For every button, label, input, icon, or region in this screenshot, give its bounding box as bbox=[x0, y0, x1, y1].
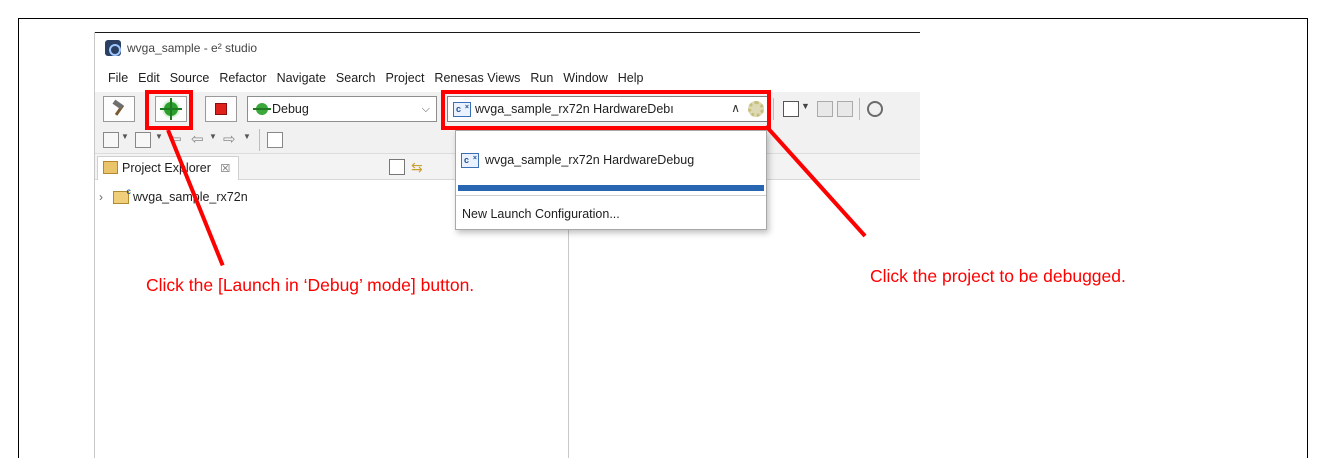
new-file-icon[interactable] bbox=[783, 101, 799, 117]
dropdown-arrow-icon[interactable]: ▼ bbox=[155, 132, 165, 148]
tab-project-explorer[interactable]: Project Explorer ☒ bbox=[97, 156, 240, 180]
launch-mode-value: Debug bbox=[272, 102, 309, 116]
launch-config-highlight bbox=[441, 90, 771, 130]
dropdown-arrow-icon[interactable]: ▼ bbox=[209, 132, 219, 148]
debug-button-highlight bbox=[145, 90, 193, 130]
debug-mode-icon bbox=[253, 103, 271, 115]
toolbar-separator bbox=[859, 98, 860, 120]
selection-highlight bbox=[458, 185, 764, 191]
next-annotation-icon[interactable] bbox=[103, 132, 119, 148]
chevron-right-icon[interactable]: › bbox=[99, 190, 113, 204]
dropdown-item-label: wvga_sample_rx72n HardwareDebug bbox=[485, 153, 695, 167]
folder-icon bbox=[113, 187, 131, 204]
title-bar: wvga_sample - e² studio bbox=[95, 33, 920, 63]
build-button[interactable] bbox=[103, 96, 135, 122]
window-title: wvga_sample - e² studio bbox=[127, 41, 258, 55]
tree-item-project[interactable]: › wvga_sample_rx72n bbox=[99, 187, 248, 205]
stop-icon bbox=[215, 103, 227, 115]
dropdown-arrow-icon[interactable]: ▼ bbox=[121, 132, 131, 148]
toolbar-separator bbox=[773, 98, 774, 120]
forward-icon[interactable]: ⇨ bbox=[223, 130, 239, 148]
menu-help[interactable]: Help bbox=[613, 68, 649, 88]
menu-renesas-views[interactable]: Renesas Views bbox=[429, 68, 525, 88]
menu-navigate[interactable]: Navigate bbox=[272, 68, 331, 88]
menu-source[interactable]: Source bbox=[165, 68, 215, 88]
explorer-tab-label: Project Explorer bbox=[122, 161, 211, 175]
dropdown-arrow-icon[interactable]: ▼ bbox=[801, 101, 811, 117]
project-hint: Click the project to be debugged. bbox=[870, 266, 1126, 286]
launch-mode-combo[interactable]: Debug ⌵ bbox=[247, 96, 437, 122]
dropdown-item-hardware-debug[interactable]: c wvga_sample_rx72n HardwareDebug bbox=[456, 145, 766, 175]
collapse-all-icon[interactable] bbox=[389, 159, 405, 175]
app-icon bbox=[105, 40, 121, 56]
stop-button[interactable] bbox=[205, 96, 237, 122]
debug-button-hint: Click the [Launch in ‘Debug’ mode] butto… bbox=[146, 275, 475, 295]
back-icon[interactable]: ⇦ bbox=[191, 130, 207, 148]
menu-window[interactable]: Window bbox=[558, 68, 612, 88]
menu-project[interactable]: Project bbox=[381, 68, 430, 88]
dropdown-arrow-icon[interactable]: ▼ bbox=[243, 132, 253, 148]
previous-annotation-icon[interactable] bbox=[135, 132, 151, 148]
menu-refactor[interactable]: Refactor bbox=[214, 68, 271, 88]
save-icon[interactable] bbox=[817, 101, 833, 117]
explorer-icon bbox=[103, 161, 118, 174]
menu-bar: File Edit Source Refactor Navigate Searc… bbox=[95, 68, 920, 88]
menu-search[interactable]: Search bbox=[331, 68, 381, 88]
dropdown-item-label: New Launch Configuration... bbox=[462, 207, 620, 221]
launch-config-dropdown: c wvga_sample_rx72n HardwareDebug New La… bbox=[455, 130, 767, 230]
link-with-editor-icon[interactable]: ⇆ bbox=[411, 159, 427, 175]
menu-edit[interactable]: Edit bbox=[133, 68, 165, 88]
dropdown-item-new-launch-config[interactable]: New Launch Configuration... bbox=[456, 199, 766, 229]
save-all-icon[interactable] bbox=[837, 101, 853, 117]
hammer-icon bbox=[111, 101, 127, 117]
dropdown-separator bbox=[456, 195, 766, 196]
menu-file[interactable]: File bbox=[103, 68, 133, 88]
c-file-icon: c bbox=[461, 152, 479, 168]
menu-run[interactable]: Run bbox=[525, 68, 558, 88]
close-icon[interactable]: ☒ bbox=[220, 163, 230, 175]
chevron-down-icon: ⌵ bbox=[421, 103, 430, 115]
sync-icon[interactable] bbox=[867, 101, 883, 117]
toolbar-separator bbox=[259, 129, 260, 151]
pin-editor-icon[interactable] bbox=[267, 132, 283, 148]
